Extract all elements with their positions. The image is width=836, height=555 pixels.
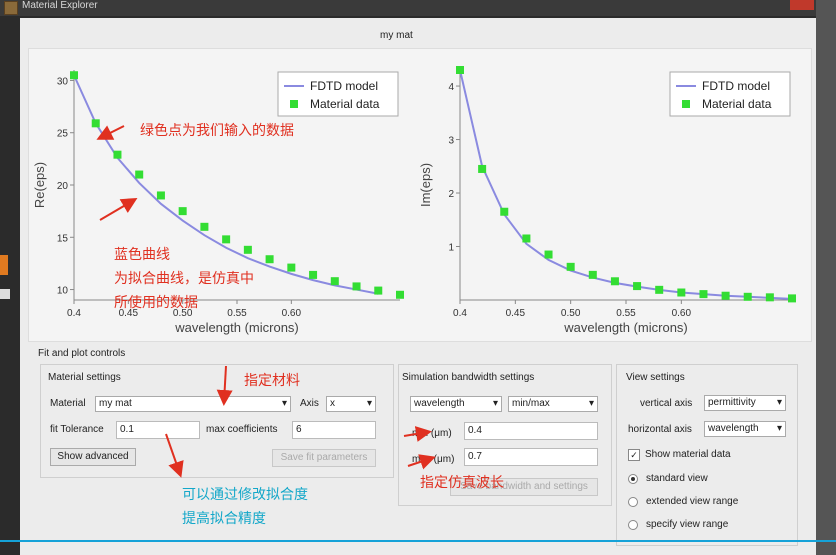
arrow-max: [407, 454, 436, 470]
arrow-min: [403, 426, 432, 442]
arrow-material: [216, 365, 233, 406]
arrow-green-points: [96, 125, 125, 140]
annotation-arrows: [96, 125, 436, 478]
progress-line: [0, 540, 836, 542]
arrow-tolerance: [165, 433, 184, 478]
arrow-blue-curve: [99, 197, 138, 221]
